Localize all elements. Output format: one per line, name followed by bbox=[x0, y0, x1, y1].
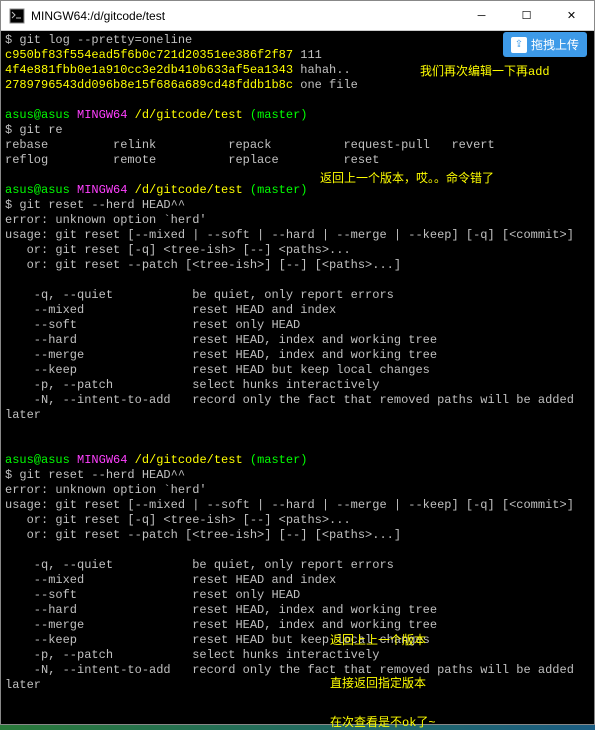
upload-overlay-button[interactable]: ⇪ 拖拽上传 bbox=[503, 32, 587, 57]
prompt-user: asus@asus bbox=[5, 453, 70, 467]
prompt-path: /d/gitcode/test bbox=[135, 453, 243, 467]
error-line: error: unknown option `herd' bbox=[5, 213, 207, 227]
prompt-branch: (master) bbox=[250, 723, 308, 724]
opt-line: -N, --intent-to-add record only the fact… bbox=[5, 663, 574, 677]
completion-row: reflog remote replace reset bbox=[5, 153, 379, 167]
prompt-branch: (master) bbox=[250, 108, 308, 122]
maximize-button[interactable]: ☐ bbox=[504, 1, 549, 30]
opt-line: --soft reset only HEAD bbox=[5, 588, 300, 602]
annotation-4: 直接返回指定版本 bbox=[330, 674, 426, 691]
completion-row: rebase relink repack request-pull revert bbox=[5, 138, 495, 152]
titlebar[interactable]: MINGW64:/d/gitcode/test ─ ☐ ✕ bbox=[1, 1, 594, 31]
usage-line: or: git reset --patch [<tree-ish>] [--] … bbox=[5, 258, 401, 272]
opt-line: -q, --quiet be quiet, only report errors bbox=[5, 558, 394, 572]
window-title: MINGW64:/d/gitcode/test bbox=[31, 9, 459, 23]
opt-line: --hard reset HEAD, index and working tre… bbox=[5, 603, 437, 617]
opt-line: --hard reset HEAD, index and working tre… bbox=[5, 333, 437, 347]
opt-line: -q, --quiet be quiet, only report errors bbox=[5, 288, 394, 302]
opt-line: -p, --patch select hunks interactively bbox=[5, 378, 379, 392]
annotation-2: 返回上一个版本，哎。。命令错了 bbox=[320, 169, 494, 186]
opt-line: --merge reset HEAD, index and working tr… bbox=[5, 348, 437, 362]
usage-line: or: git reset [-q] <tree-ish> [--] <path… bbox=[5, 513, 351, 527]
usage-line: or: git reset [-q] <tree-ish> [--] <path… bbox=[5, 243, 351, 257]
cmd-line: $ git reset --herd HEAD^^ bbox=[5, 468, 185, 482]
usage-line: usage: git reset [--mixed | --soft | --h… bbox=[5, 228, 574, 242]
log-msg: hahah.. bbox=[293, 63, 351, 77]
app-icon bbox=[9, 8, 25, 24]
prompt-shell: MINGW64 bbox=[77, 723, 127, 724]
terminal-body[interactable]: $ git log --pretty=oneline c950bf83f554e… bbox=[1, 31, 594, 724]
terminal-window: MINGW64:/d/gitcode/test ─ ☐ ✕ $ git log … bbox=[0, 0, 595, 725]
prompt-path: /d/gitcode/test bbox=[135, 723, 243, 724]
log-sha: 4f4e881fbb0e1a910cc3e2db410b633af5ea1343 bbox=[5, 63, 293, 77]
opt-line: -p, --patch select hunks interactively bbox=[5, 648, 379, 662]
prompt-shell: MINGW64 bbox=[77, 108, 127, 122]
opt-line: later bbox=[5, 408, 41, 422]
usage-line: or: git reset --patch [<tree-ish>] [--] … bbox=[5, 528, 401, 542]
opt-line: --mixed reset HEAD and index bbox=[5, 573, 336, 587]
log-msg: one file bbox=[293, 78, 358, 92]
prompt-path: /d/gitcode/test bbox=[135, 108, 243, 122]
close-button[interactable]: ✕ bbox=[549, 1, 594, 30]
annotation-3: 返回上上一个版本 bbox=[330, 631, 426, 648]
opt-line: -N, --intent-to-add record only the fact… bbox=[5, 393, 574, 407]
usage-line: usage: git reset [--mixed | --soft | --h… bbox=[5, 498, 574, 512]
prompt-branch: (master) bbox=[250, 453, 308, 467]
log-sha: 2789796543dd096b8e15f686a689cd48fddb1b8c bbox=[5, 78, 293, 92]
opt-line: --mixed reset HEAD and index bbox=[5, 303, 336, 317]
prompt-shell: MINGW64 bbox=[77, 453, 127, 467]
prompt-shell: MINGW64 bbox=[77, 183, 127, 197]
opt-line: --merge reset HEAD, index and working tr… bbox=[5, 618, 437, 632]
upload-label: 拖拽上传 bbox=[531, 36, 579, 53]
minimize-button[interactable]: ─ bbox=[459, 1, 504, 30]
opt-line: --keep reset HEAD but keep local changes bbox=[5, 363, 430, 377]
cmd-line: $ git re bbox=[5, 123, 63, 137]
cmd-line: $ git log --pretty=oneline bbox=[5, 33, 192, 47]
window-controls: ─ ☐ ✕ bbox=[459, 1, 594, 30]
cmd-line: $ git reset --herd HEAD^^ bbox=[5, 198, 185, 212]
prompt-user: asus@asus bbox=[5, 108, 70, 122]
prompt-user: asus@asus bbox=[5, 723, 70, 724]
log-msg: 111 bbox=[293, 48, 322, 62]
opt-line: --soft reset only HEAD bbox=[5, 318, 300, 332]
opt-line: later bbox=[5, 678, 41, 692]
prompt-user: asus@asus bbox=[5, 183, 70, 197]
prompt-path: /d/gitcode/test bbox=[135, 183, 243, 197]
annotation-5: 在次查看是不ok了~ bbox=[330, 713, 436, 730]
annotation-1: 我们再次编辑一下再add bbox=[420, 62, 550, 79]
prompt-branch: (master) bbox=[250, 183, 308, 197]
upload-icon: ⇪ bbox=[511, 37, 527, 53]
log-sha: c950bf83f554ead5f6b0c721d20351ee386f2f87 bbox=[5, 48, 293, 62]
error-line: error: unknown option `herd' bbox=[5, 483, 207, 497]
